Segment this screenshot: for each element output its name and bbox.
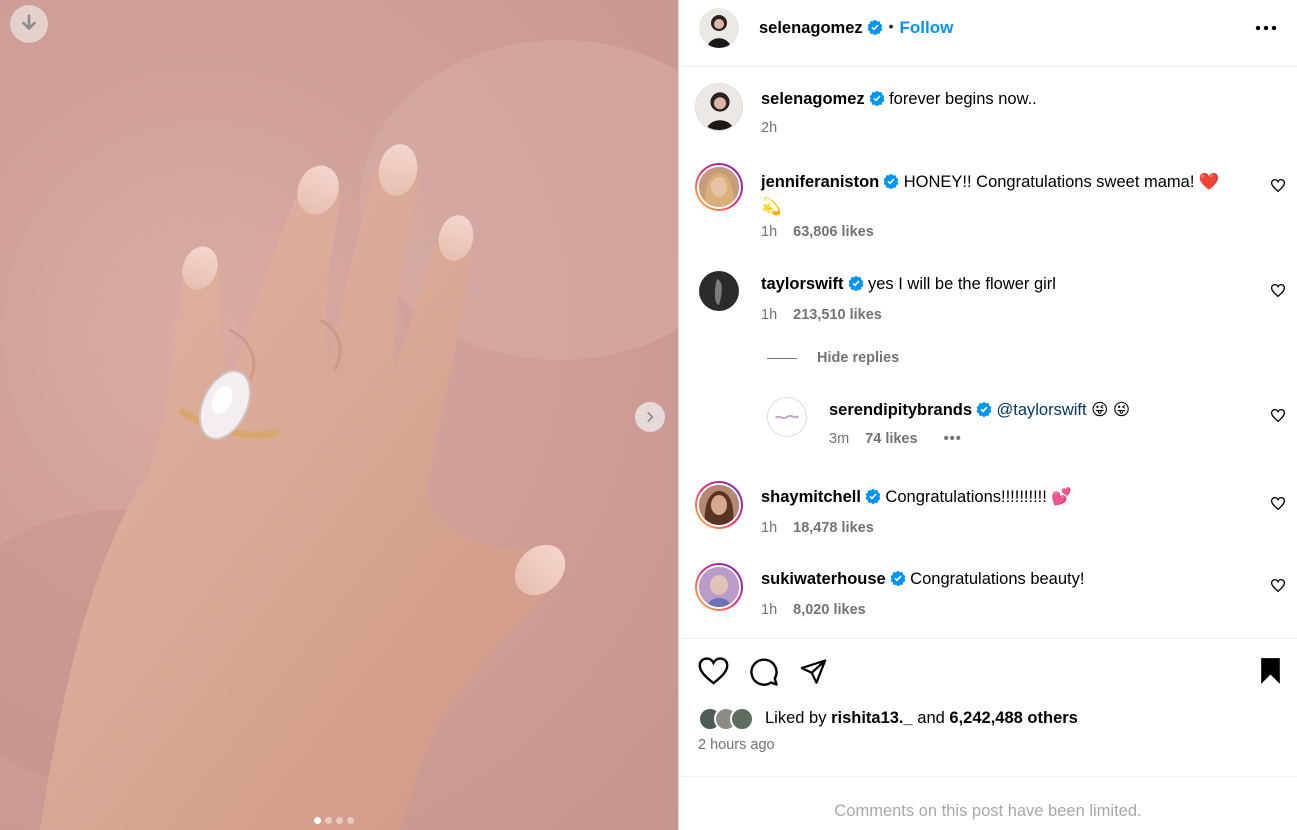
comment-text: Congratulations!!!!!!!!!!	[885, 488, 1047, 506]
avatar[interactable]	[699, 8, 739, 48]
comment-likes[interactable]: 213,510 likes	[793, 307, 882, 323]
caption-username[interactable]: selenagomez	[761, 90, 865, 108]
carousel-next-button[interactable]	[635, 402, 665, 432]
author-username[interactable]: selenagomez	[759, 19, 863, 37]
separator-dot: •	[888, 18, 894, 34]
comment-text: HONEY!! Congratulations sweet mama!	[903, 173, 1195, 191]
verified-badge-icon	[869, 90, 885, 106]
comment-meta: 1h 8,020 likes	[761, 602, 866, 618]
reply-item: serendipitybrands @taylorswift 😜 😜 3m 74 …	[679, 393, 1297, 458]
comment-username[interactable]: taylorswift	[761, 275, 844, 293]
caption-text: forever begins now..	[889, 90, 1037, 108]
carousel-indicator	[314, 817, 354, 824]
reply-meta: 3m 74 likes •••	[829, 431, 962, 447]
avatar[interactable]	[695, 83, 743, 131]
carousel-dot	[325, 817, 332, 824]
liked-by-avatars[interactable]	[698, 707, 768, 731]
reply-mention[interactable]: @taylorswift	[997, 401, 1087, 419]
comment-time: 1h	[761, 520, 778, 536]
post-header: selenagomez • Follow	[679, 0, 1297, 67]
avatar[interactable]	[695, 563, 743, 611]
heart-emoji: ❤️	[1198, 173, 1220, 191]
comment-item: shaymitchell Congratulations!!!!!!!!!! 💕…	[679, 481, 1297, 546]
comment-meta: 1h 63,806 likes	[761, 224, 874, 240]
hearts-emoji: 💕	[1051, 488, 1072, 506]
carousel-dot	[336, 817, 343, 824]
post-side-panel: selenagomez • Follow selenagomez forever b…	[679, 0, 1297, 830]
verified-badge-icon	[976, 401, 992, 417]
verified-badge-icon	[867, 19, 883, 35]
post-media[interactable]	[0, 0, 678, 830]
verified-badge-icon	[865, 488, 881, 504]
liked-by-and: and	[917, 709, 945, 727]
comment-username[interactable]: jenniferaniston	[761, 173, 879, 191]
comment-username[interactable]: sukiwaterhouse	[761, 570, 886, 588]
reply-time: 3m	[829, 431, 850, 447]
more-options-icon[interactable]	[1255, 24, 1277, 32]
comment-item: sukiwaterhouse Congratulations beauty! 1…	[679, 563, 1297, 628]
verified-badge-icon	[890, 570, 906, 586]
hide-replies-toggle[interactable]: Hide replies	[679, 349, 1297, 369]
like-icon[interactable]	[698, 657, 729, 685]
comment-likes[interactable]: 18,478 likes	[793, 520, 874, 536]
chevron-right-icon	[647, 412, 654, 422]
comment-username[interactable]: shaymitchell	[761, 488, 861, 506]
carousel-dot	[347, 817, 354, 824]
comment-likes[interactable]: 63,806 likes	[793, 224, 874, 240]
comment-item: jenniferaniston HONEY!! Congratulations …	[679, 163, 1297, 248]
like-comment-icon[interactable]	[1271, 497, 1285, 510]
verified-badge-icon	[883, 173, 899, 189]
reply-username[interactable]: serendipitybrands	[829, 401, 972, 419]
like-comment-icon[interactable]	[1271, 284, 1285, 297]
like-comment-icon[interactable]	[1271, 179, 1285, 192]
comment-meta: 1h 18,478 likes	[761, 520, 874, 536]
like-comment-icon[interactable]	[1271, 579, 1285, 592]
caption-time: 2h	[761, 120, 778, 136]
avatar[interactable]	[767, 397, 807, 437]
caption-row: selenagomez forever begins now.. 2h	[679, 83, 1297, 143]
share-icon[interactable]	[799, 657, 828, 685]
comment-icon[interactable]	[749, 657, 779, 687]
liked-by-user[interactable]: rishita13._	[831, 709, 913, 727]
like-comment-icon[interactable]	[1271, 409, 1285, 422]
liked-by-prefix: Liked by	[765, 709, 827, 727]
ring-hand-photo	[0, 40, 678, 830]
comments-limited-notice: Comments on this post have been limited.	[679, 776, 1297, 830]
comment-time: 1h	[761, 602, 778, 618]
post-timestamp[interactable]: 2 hours ago	[698, 737, 775, 753]
avatar[interactable]	[695, 481, 743, 529]
liked-by-others[interactable]: 6,242,488 others	[949, 709, 1077, 727]
comment-time: 1h	[761, 224, 778, 240]
hide-replies-label[interactable]: Hide replies	[817, 350, 899, 366]
action-bar: Liked by rishita13._ and 6,242,488 other…	[679, 638, 1297, 775]
dizzy-emoji: 💫	[761, 198, 782, 216]
comment-item: taylorswift yes I will be the flower gir…	[679, 268, 1297, 338]
avatar[interactable]	[699, 271, 739, 311]
avatar[interactable]	[695, 163, 743, 211]
comment-likes[interactable]: 8,020 likes	[793, 602, 866, 618]
comment-time: 1h	[761, 307, 778, 323]
avatar	[730, 707, 754, 731]
comment-meta: 1h 213,510 likes	[761, 307, 882, 323]
reply-line	[767, 358, 797, 359]
comment-text: yes I will be the flower girl	[867, 275, 1056, 293]
reply-more-button[interactable]: •••	[944, 431, 962, 447]
comment-text: Congratulations beauty!	[910, 570, 1085, 588]
reply-emoji: 😜 😜	[1091, 401, 1131, 419]
download-button[interactable]	[10, 5, 48, 43]
bookmark-icon[interactable]	[1258, 657, 1283, 685]
arrow-down-icon	[22, 14, 36, 30]
reply-likes[interactable]: 74 likes	[865, 431, 917, 447]
carousel-dot	[314, 817, 321, 824]
verified-badge-icon	[848, 275, 863, 291]
follow-button[interactable]: Follow	[900, 18, 954, 37]
